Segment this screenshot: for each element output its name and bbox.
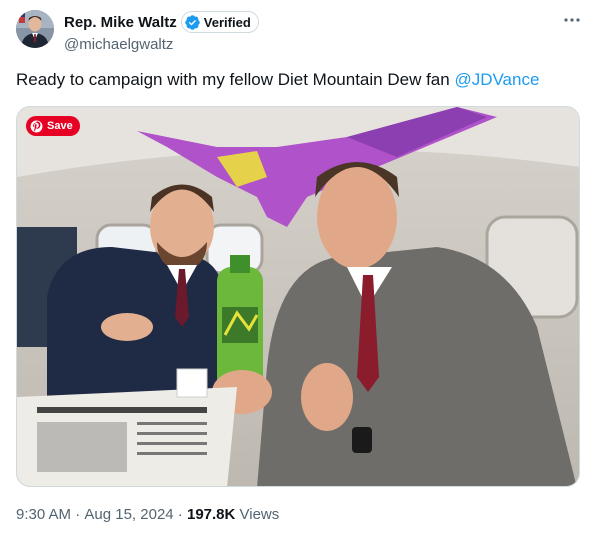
- avatar-image: [16, 10, 54, 48]
- verified-pill[interactable]: Verified: [180, 11, 259, 33]
- author-handle[interactable]: @michaelgwaltz: [64, 36, 173, 53]
- tweet-date[interactable]: Aug 15, 2024: [84, 506, 173, 523]
- avatar[interactable]: [16, 10, 54, 48]
- save-label: Save: [47, 120, 73, 132]
- tweet-meta: 9:30 AM · Aug 15, 2024 · 197.8K Views: [16, 506, 279, 523]
- mention-link[interactable]: @JDVance: [454, 70, 539, 89]
- tweet-time[interactable]: 9:30 AM: [16, 506, 71, 523]
- author-row: Rep. Mike Waltz Verified: [64, 11, 259, 33]
- tweet-photo[interactable]: [16, 106, 580, 487]
- verified-label: Verified: [203, 14, 251, 30]
- views-label: Views: [235, 506, 280, 523]
- photo-image: [17, 107, 579, 486]
- more-options-button[interactable]: [560, 10, 584, 30]
- tweet: Rep. Mike Waltz Verified @michaelgwaltz …: [0, 0, 594, 539]
- tweet-text: Ready to campaign with my fellow Diet Mo…: [16, 69, 539, 91]
- pinterest-icon: [30, 120, 43, 132]
- meta-separator: ·: [173, 506, 187, 523]
- author-display-name[interactable]: Rep. Mike Waltz: [64, 14, 177, 31]
- verified-badge-icon: [185, 14, 200, 30]
- meta-separator: ·: [71, 506, 85, 523]
- views-count[interactable]: 197.8K: [187, 506, 235, 523]
- tweet-body: Ready to campaign with my fellow Diet Mo…: [16, 70, 455, 89]
- more-dots-icon: [564, 18, 580, 22]
- pinterest-save-button[interactable]: Save: [26, 116, 80, 136]
